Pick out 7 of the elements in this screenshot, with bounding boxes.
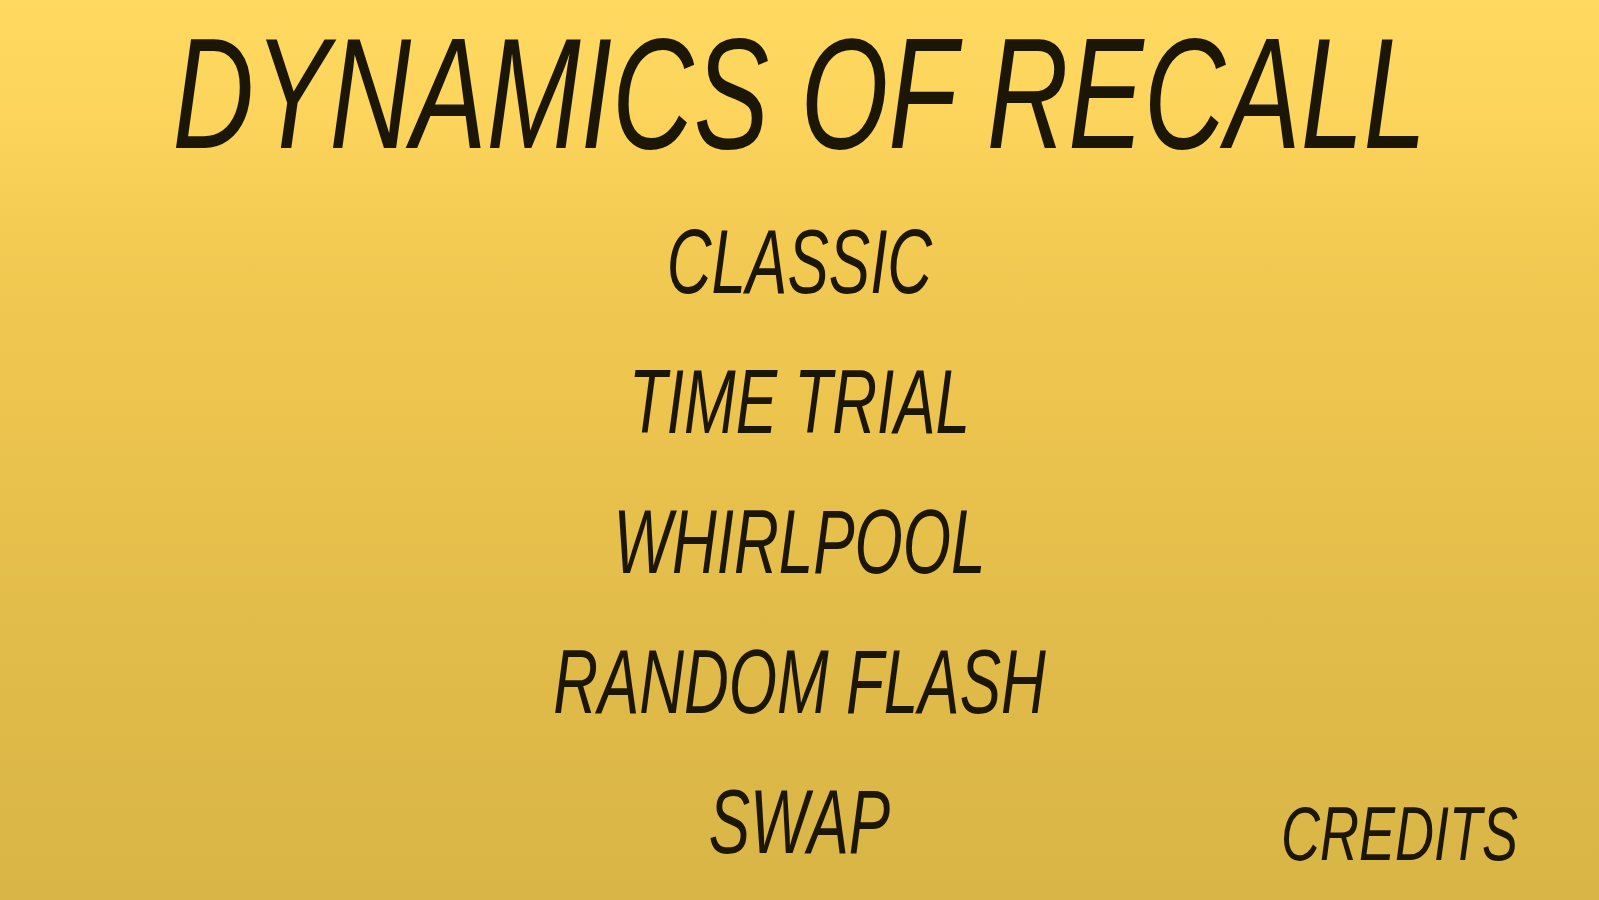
menu-button[interactable]: TIME TRIAL: [628, 352, 970, 451]
menu-button[interactable]: SWAP: [708, 772, 891, 871]
game-title: DYNAMICS OF RECALL: [172, 15, 1427, 174]
credits-button[interactable]: CREDITS: [1281, 787, 1518, 882]
menu-button[interactable]: WHIRLPOOL: [613, 492, 986, 591]
menu-button[interactable]: CLASSIC: [666, 212, 933, 311]
menu-button[interactable]: RANDOM FLASH: [553, 632, 1046, 731]
